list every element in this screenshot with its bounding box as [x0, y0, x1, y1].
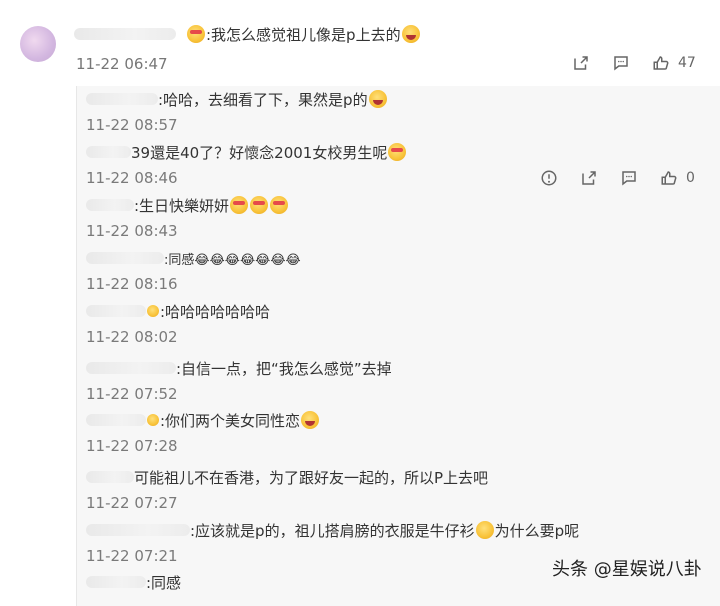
alert-icon	[541, 170, 557, 186]
reply-time: 11-22 07:21	[86, 547, 178, 565]
blurred-username[interactable]	[86, 414, 146, 426]
kiss-emoji-icon	[230, 196, 249, 214]
reply-text-tail: 为什么要p呢	[494, 521, 580, 540]
laughing-emoji-icon	[401, 25, 420, 43]
reply-text: :哈哈，去细看了下，果然是p的	[158, 90, 368, 109]
reply-item: :同感	[86, 571, 181, 593]
thumbs-up-icon	[653, 56, 669, 70]
kissing-emoji-icon	[388, 143, 407, 161]
reply-item: :生日快樂妍妍 11-22 08:43	[86, 194, 289, 240]
reply-text: :自信一点，把“我怎么感觉”去掉	[176, 359, 392, 378]
replies-divider	[76, 86, 77, 606]
reply-text: :你们两个美女同性恋	[160, 411, 301, 430]
reply-time: 11-22 08:57	[86, 116, 178, 134]
blurred-username[interactable]	[74, 28, 176, 40]
comment-actions: 47	[552, 52, 696, 74]
like-count: 0	[686, 170, 695, 186]
reply-button[interactable]	[610, 52, 632, 74]
reply-time: 11-22 08:02	[86, 328, 178, 346]
blurred-username[interactable]	[86, 576, 146, 588]
avatar[interactable]	[20, 26, 56, 62]
comment-text: :我怎么感觉祖儿像是p上去的	[206, 25, 401, 44]
verified-badge-icon	[147, 305, 159, 317]
comment-icon	[622, 171, 636, 186]
reply-time: 11-22 08:16	[86, 275, 178, 293]
comment-time: 11-22 06:47	[76, 55, 168, 73]
like-button[interactable]	[658, 167, 680, 189]
reply-item: :哈哈哈哈哈哈哈 11-22 08:02	[86, 300, 270, 346]
reply-item: :同感😂😂😂😂😂😂😂 11-22 08:16	[86, 247, 301, 293]
reply-item: :应该就是p的，祖儿搭肩膀的衣服是牛仔衫 为什么要p呢 11-22 07:21	[86, 519, 579, 565]
reply-item: 可能祖儿不在香港，为了跟好友一起的，所以P上去吧 11-22 07:27	[86, 466, 488, 512]
blurred-username[interactable]	[86, 146, 131, 158]
reply-text: :同感😂😂😂😂😂😂😂	[164, 252, 301, 268]
reply-item: :自信一点，把“我怎么感觉”去掉 11-22 07:52	[86, 357, 392, 403]
tired-emoji-icon	[475, 521, 494, 539]
user-badge-icon	[147, 414, 159, 426]
blurred-username[interactable]	[86, 252, 164, 264]
reply-item: 39還是40了？好懷念2001女校男生呢 11-22 08:46	[86, 141, 407, 187]
laughing-emoji-icon	[301, 411, 320, 429]
like-button[interactable]	[650, 52, 672, 74]
heart-eyes-emoji-icon	[187, 25, 205, 43]
watermark: 头条 @星娱说八卦	[552, 559, 702, 580]
reply-text: :应该就是p的，祖儿搭肩膀的衣服是牛仔衫	[190, 521, 475, 540]
reply-text: :生日快樂妍妍	[134, 196, 230, 215]
like-count: 47	[678, 55, 696, 71]
reply-actions: 0	[520, 167, 695, 189]
reply-text: :哈哈哈哈哈哈哈	[160, 302, 271, 321]
reply-time: 11-22 08:46	[86, 169, 178, 187]
report-button[interactable]	[538, 167, 560, 189]
blurred-username[interactable]	[86, 305, 146, 317]
kiss-emoji-icon	[250, 196, 269, 214]
reply-time: 11-22 08:43	[86, 222, 178, 240]
share-icon	[582, 171, 596, 185]
reply-time: 11-22 07:27	[86, 494, 178, 512]
share-icon	[574, 56, 588, 70]
blurred-username[interactable]	[86, 199, 134, 211]
reply-time: 11-22 07:52	[86, 385, 178, 403]
reply-time: 11-22 07:28	[86, 437, 178, 455]
reply-button[interactable]	[618, 167, 640, 189]
reply-text: 可能祖儿不在香港，为了跟好友一起的，所以P上去吧	[134, 468, 489, 487]
blurred-username[interactable]	[86, 471, 134, 483]
share-button[interactable]	[570, 52, 592, 74]
laughing-emoji-icon	[368, 90, 387, 108]
blurred-username[interactable]	[86, 524, 190, 536]
blurred-username[interactable]	[86, 93, 158, 105]
comment-line: :我怎么感觉祖儿像是p上去的	[74, 22, 421, 46]
reply-item: :哈哈，去细看了下，果然是p的 11-22 08:57	[86, 88, 388, 134]
reply-text: :同感	[146, 573, 182, 592]
reply-item: :你们两个美女同性恋 11-22 07:28	[86, 409, 320, 455]
share-button[interactable]	[578, 167, 600, 189]
comment-icon	[614, 56, 628, 71]
reply-text: 39還是40了？好懷念2001女校男生呢	[131, 143, 388, 162]
kiss-emoji-icon	[270, 196, 289, 214]
blurred-username[interactable]	[86, 362, 176, 374]
thumbs-up-icon	[661, 171, 677, 185]
comment-thread: :我怎么感觉祖儿像是p上去的 11-22 06:47 47:哈哈，去细看了下，…	[0, 0, 720, 606]
